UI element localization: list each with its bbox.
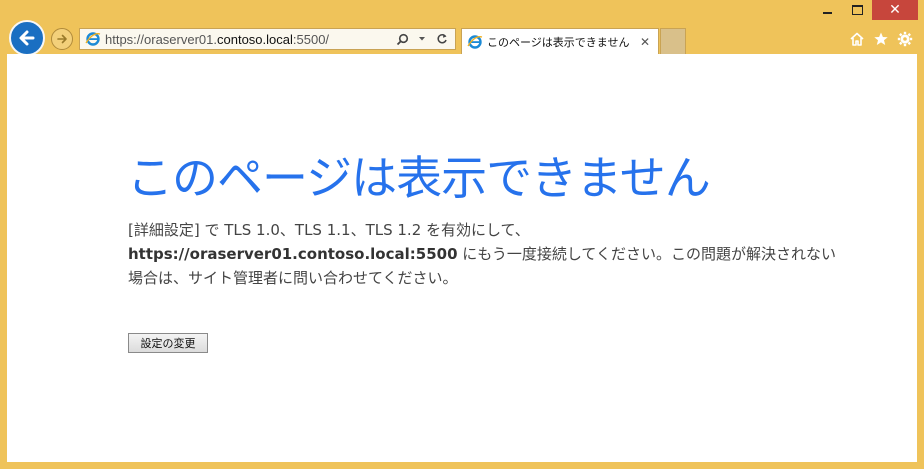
error-description: [詳細設定] で TLS 1.0、TLS 1.1、TLS 1.2 を有効にして、… (128, 218, 838, 290)
home-button[interactable] (848, 30, 866, 48)
home-icon (850, 32, 864, 46)
tab-active[interactable]: このページは表示できません ✕ (461, 28, 659, 54)
minimize-button[interactable] (812, 0, 842, 20)
ie-logo-icon (85, 32, 101, 46)
close-button[interactable]: ✕ (872, 0, 918, 20)
new-tab-button[interactable] (660, 28, 686, 54)
change-settings-button[interactable]: 設定の変更 (128, 333, 208, 353)
refresh-button[interactable] (435, 32, 449, 46)
tab-close-button[interactable]: ✕ (638, 35, 652, 49)
favorites-button[interactable] (872, 30, 890, 48)
search-button[interactable] (395, 32, 409, 46)
address-tools (395, 32, 449, 46)
url-domain: contoso.local (217, 31, 293, 47)
star-icon (874, 32, 888, 45)
url-suffix: :5500/ (292, 31, 330, 47)
tools-button[interactable] (896, 30, 914, 48)
window-controls: ✕ (812, 0, 918, 22)
command-icons (848, 30, 914, 48)
url-prefix: https://oraserver01. (105, 31, 217, 47)
search-icon (396, 33, 408, 45)
dropdown-icon (419, 37, 425, 41)
url-text[interactable]: https://oraserver01.contoso.local:5500/ (105, 32, 395, 47)
maximize-icon (851, 5, 863, 15)
gear-icon (897, 31, 913, 47)
forward-arrow-icon (57, 34, 67, 44)
error-intro-text: [詳細設定] で TLS 1.0、TLS 1.1、TLS 1.2 を有効にして、 (128, 221, 530, 239)
error-url-text: https://oraserver01.contoso.local:5500 (128, 245, 458, 263)
maximize-button[interactable] (842, 0, 872, 20)
ie-logo-icon (467, 34, 483, 49)
browser-window: ✕ https://oraserver01.contoso.local:5500… (0, 0, 924, 469)
address-dropdown-button[interactable] (415, 32, 429, 46)
page-content: このページは表示できません [詳細設定] で TLS 1.0、TLS 1.1、T… (7, 54, 917, 462)
page-title: このページは表示できません (127, 151, 711, 205)
tab-title: このページは表示できません (487, 35, 630, 49)
minimize-icon (822, 12, 832, 14)
refresh-icon (437, 34, 447, 44)
back-arrow-icon (19, 30, 35, 46)
forward-button[interactable] (51, 28, 73, 50)
address-bar[interactable]: https://oraserver01.contoso.local:5500/ (79, 28, 456, 50)
back-button[interactable] (9, 20, 45, 56)
